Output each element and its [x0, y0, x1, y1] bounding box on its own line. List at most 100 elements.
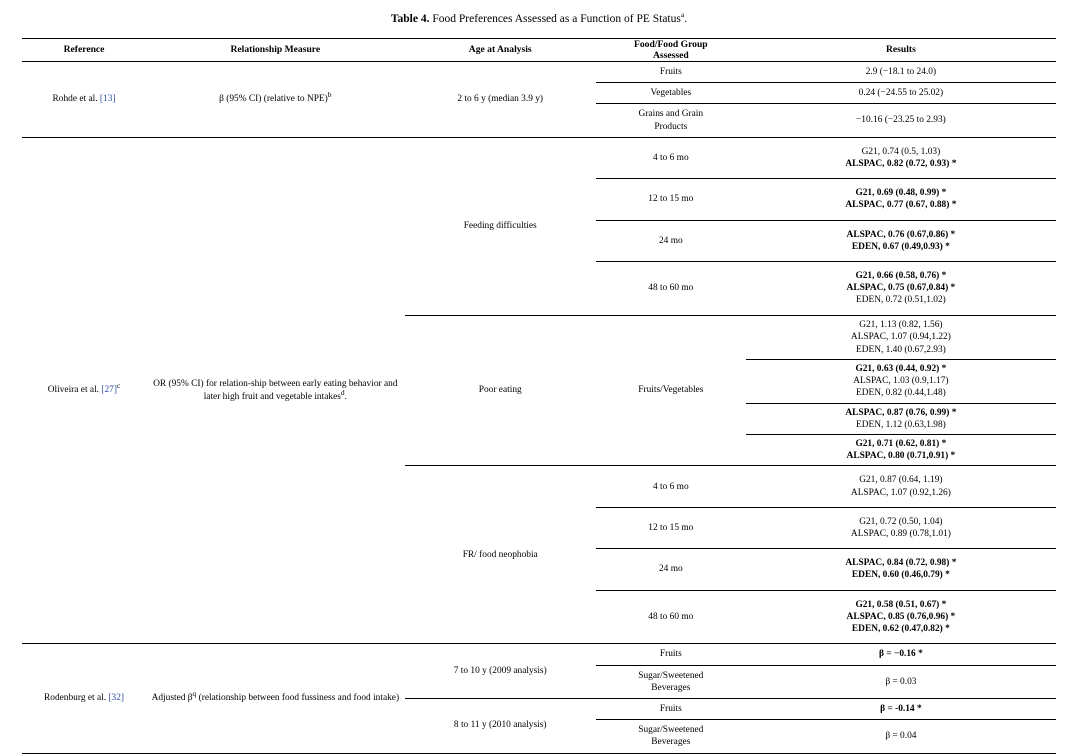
result-value: ALSPAC, 0.87 (0.76, 0.99) *: [845, 407, 957, 418]
col-header-reference: Reference: [63, 44, 105, 56]
result-value: G21, 0.87 (0.64, 1.19): [859, 475, 943, 486]
age-label: 8 to 11 y (2010 analysis): [404, 697, 596, 753]
table-row: 4 to 6 mo G21, 0.87 (0.64, 1.19) ALSPAC,…: [595, 465, 1056, 508]
col-header-relationship-measure: Relationship Measure: [230, 44, 321, 56]
age-label: 48 to 60 mo: [595, 261, 746, 315]
citation-link-13[interactable]: [13]: [100, 94, 116, 104]
result-group: ALSPAC, 0.84 (0.72, 0.98) * EDEN, 0.60 (…: [745, 548, 1056, 591]
analysis-detail-group: Fruits β = −0.16 * Sugar/Sweetened Bever…: [595, 644, 1056, 699]
age-label: 7 to 10 y (2009 analysis): [453, 665, 547, 676]
behavior-label: Feeding difficulties: [463, 221, 537, 232]
table-row: Fruits β = −0.16 *: [596, 644, 1056, 665]
result-value: EDEN, 0.62 (0.47,0.82) *: [851, 624, 950, 635]
behavior-row-poor-eating: Poor eating Fruits/Vegetables G21, 1.13 …: [404, 314, 1056, 466]
result-value: G21, 0.71 (0.62, 0.81) *: [855, 438, 947, 449]
study-row-rodenburg: Rodenburg et al. [32] Adjusted βq (relat…: [22, 643, 1056, 753]
result-value: 2.9 (−18.1 to 24.0): [865, 66, 937, 77]
result-value: G21, 0.72 (0.50, 1.04): [859, 516, 943, 527]
result-group: G21, 0.87 (0.64, 1.19) ALSPAC, 1.07 (0.9…: [745, 465, 1056, 508]
table-row: Vegetables 0.24 (−24.55 to 25.02): [595, 82, 1056, 104]
food-results-subtable: Fruits β = −0.16 * Sugar/Sweetened Bever…: [595, 644, 1056, 699]
result-value: G21, 0.63 (0.44, 0.92) *: [855, 363, 947, 374]
age-label: 4 to 6 mo: [595, 465, 746, 508]
reference-footnote-marker: c: [116, 381, 121, 391]
result-value: β = 0.04: [745, 719, 1056, 753]
result-group: G21, 0.71 (0.62, 0.81) * ALSPAC, 0.80 (0…: [745, 433, 1056, 466]
table-header: Reference Relationship Measure Age at An…: [22, 38, 1056, 62]
result-value: EDEN, 0.60 (0.46,0.79) *: [851, 570, 950, 581]
reference-cell-rodenburg: Rodenburg et al. [32]: [22, 644, 146, 753]
food-results-subtable: Fruits β = -0.14 * Sugar/Sweetened Bever…: [595, 698, 1056, 753]
table-body: Rohde et al. [13] β (95% CI) (relative t…: [22, 61, 1056, 754]
result-value: EDEN, 1.40 (0.67,2.93): [855, 344, 946, 355]
table-row: Fruits β = -0.14 *: [595, 698, 1056, 720]
citation-link-27[interactable]: [27]: [101, 385, 117, 395]
behavior-detail-group: 4 to 6 mo G21, 0.87 (0.64, 1.19) ALSPAC,…: [595, 465, 1056, 644]
data-table: Reference Relationship Measure Age at An…: [22, 38, 1056, 754]
measure-cell-rodenburg: Adjusted βq (relationship between food f…: [146, 644, 405, 753]
table-row: Grains and Grain Products −10.16 (−23.25…: [595, 103, 1056, 137]
table-row: 48 to 60 mo G21, 0.66 (0.58, 0.76) * ALS…: [595, 261, 1056, 315]
table-page: Table 4. Food Preferences Assessed as a …: [0, 0, 1078, 754]
behaviors-subtable: Feeding difficulties 4 to 6 mo G21, 0.74…: [404, 138, 1056, 644]
table-row: ALSPAC, 0.87 (0.76, 0.99) * EDEN, 1.12 (…: [745, 402, 1056, 435]
behavior-detail-group: 4 to 6 mo G21, 0.74 (0.5, 1.03) ALSPAC, …: [595, 138, 1056, 315]
result-group: G21, 1.13 (0.82, 1.56) ALSPAC, 1.07 (0.9…: [745, 315, 1056, 360]
result-value: EDEN, 0.67 (0.49,0.93) *: [851, 241, 950, 252]
result-value: EDEN, 0.82 (0.44,1.48): [855, 388, 946, 399]
analysis-row-2010: 8 to 11 y (2010 analysis) Fruits β = -0.…: [404, 697, 1056, 753]
result-value: G21, 0.66 (0.58, 0.76) *: [855, 271, 947, 282]
col-header-age-at-analysis: Age at Analysis: [468, 44, 532, 56]
behavior-row-food-neophobia: FR/ food neophobia 4 to 6 mo G21, 0.87 (…: [404, 464, 1056, 644]
age-label: 24 mo: [595, 548, 746, 591]
food-results-subtable-rohde: Fruits 2.9 (−18.1 to 24.0) Vegetables 0.…: [595, 62, 1056, 137]
age-results-subtable: 4 to 6 mo G21, 0.74 (0.5, 1.03) ALSPAC, …: [595, 138, 1056, 315]
result-value: ALSPAC, 1.03 (0.9,1.17): [853, 376, 949, 387]
reference-author: Rohde et al.: [52, 94, 98, 105]
result-value: 0.24 (−24.55 to 25.02): [745, 82, 1056, 104]
table-row: G21, 1.13 (0.82, 1.56) ALSPAC, 1.07 (0.9…: [745, 315, 1056, 360]
result-value: ALSPAC, 0.75 (0.67,0.84) *: [846, 283, 956, 294]
caption-period: .: [684, 13, 688, 25]
result-value: EDEN, 1.12 (0.63,1.98): [855, 419, 946, 430]
reference-cell-oliveira: Oliveira et al. [27]c: [22, 137, 146, 644]
analysis-detail-group: Fruits β = -0.14 * Sugar/Sweetened Bever…: [595, 698, 1056, 753]
reference-author: Oliveira et al.: [47, 385, 100, 396]
behavior-label: Poor eating: [404, 314, 596, 466]
measure-text: β (95% CI) (relative to NPE): [219, 93, 328, 104]
analyses-group-rodenburg: 7 to 10 y (2009 analysis) Fruits β = −0.…: [404, 644, 1056, 753]
behavior-label: FR/ food neophobia: [404, 464, 596, 644]
result-group: G21, 0.72 (0.50, 1.04) ALSPAC, 0.89 (0.7…: [745, 506, 1056, 549]
col-header-food-group-line2: Assessed: [652, 49, 689, 61]
reference-cell-rohde: Rohde et al. [13]: [22, 61, 146, 137]
analyses-subtable: 7 to 10 y (2009 analysis) Fruits β = −0.…: [404, 644, 1056, 753]
age-label: 12 to 15 mo: [595, 506, 746, 549]
table-row: Sugar/Sweetened Beverages β = 0.03: [595, 664, 1056, 699]
age-results-subtable: 4 to 6 mo G21, 0.87 (0.64, 1.19) ALSPAC,…: [595, 465, 1056, 644]
age-label: 12 to 15 mo: [595, 178, 746, 221]
table-row: Sugar/Sweetened Beverages β = 0.04: [595, 719, 1056, 753]
result-value: G21, 0.58 (0.51, 0.67) *: [855, 599, 947, 610]
table-row: G21, 0.63 (0.44, 0.92) * ALSPAC, 1.03 (0…: [745, 358, 1056, 404]
table-caption: Table 4. Food Preferences Assessed as a …: [22, 0, 1056, 38]
table-row: 48 to 60 mo G21, 0.58 (0.51, 0.67) * ALS…: [595, 589, 1056, 644]
result-value: ALSPAC, 0.77 (0.67, 0.88) *: [845, 200, 957, 211]
age-label: 48 to 60 mo: [595, 589, 746, 644]
result-value: ALSPAC, 0.89 (0.78,1.01): [850, 529, 951, 540]
food-group-label: Fruits/Vegetables: [595, 314, 746, 466]
study-row-rohde: Rohde et al. [13] β (95% CI) (relative t…: [22, 61, 1056, 137]
behavior-detail-group: G21, 1.13 (0.82, 1.56) ALSPAC, 1.07 (0.9…: [745, 315, 1056, 466]
age-label: 24 mo: [595, 219, 746, 262]
result-value: β = -0.14 *: [745, 698, 1056, 720]
age-cell-rohde: 2 to 6 y (median 3.9 y): [457, 94, 544, 105]
result-value: ALSPAC, 0.84 (0.72, 0.98) *: [845, 558, 957, 569]
result-value: −10.16 (−23.25 to 2.93): [745, 103, 1056, 137]
food-label: Fruits: [659, 649, 682, 660]
table-row: 4 to 6 mo G21, 0.74 (0.5, 1.03) ALSPAC, …: [596, 138, 1056, 179]
food-label: Fruits: [659, 66, 682, 77]
table-row: 24 mo ALSPAC, 0.76 (0.67,0.86) * EDEN, 0…: [595, 219, 1056, 262]
citation-link-32[interactable]: [32]: [108, 693, 124, 703]
col-header-food-group: Food/Food Group Assessed: [596, 38, 746, 61]
result-value: ALSPAC, 0.85 (0.76,0.96) *: [846, 611, 956, 622]
result-value: ALSPAC, 0.80 (0.71,0.91) *: [846, 451, 956, 462]
